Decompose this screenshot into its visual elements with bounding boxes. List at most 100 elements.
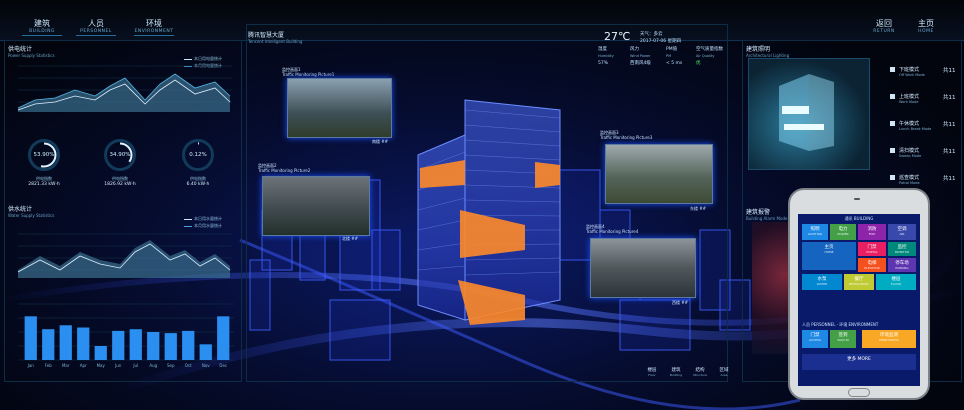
camera-feed-2[interactable] (262, 176, 370, 236)
phone-tile-monitor[interactable]: 监控 MONITOR (888, 242, 916, 256)
lighting-title: 建筑照明 Architectural Lighting (746, 46, 790, 58)
checkbox-icon (890, 94, 895, 99)
bar-feb (42, 329, 55, 360)
camera-feed-4[interactable] (590, 238, 696, 298)
lighting-mode-list: 下班模式 Off Work Mode 共11 上班模式 Work Mode 共11 午休… (890, 66, 960, 196)
nav-environment[interactable]: 环境 ENVIRONMENT (124, 18, 184, 36)
water-title: 供水统计 Water Supply Statistics (8, 206, 55, 218)
bar-mar (59, 325, 72, 360)
power-gauge-3: 0.12% (182, 139, 214, 171)
power-area-chart (17, 65, 232, 112)
phone-tile-portal[interactable]: 门禁 PORTAL (858, 242, 886, 256)
power-gauge-1: 53.90% (28, 139, 60, 171)
tab-floor[interactable]: 楼层 Floor (640, 367, 664, 377)
phone-tile-home[interactable]: 主页 HOME (802, 242, 856, 270)
bar-jan (24, 316, 37, 360)
nav-personnel[interactable]: 人员 PERSONNEL (66, 18, 126, 36)
phone-tile-sublabel: FLOOR (890, 282, 902, 286)
water-area-chart (17, 233, 232, 278)
bar-label-jan: Jan (27, 363, 35, 368)
checkbox-icon (890, 121, 895, 126)
phone-tile-sublabel: LIGHTING (807, 232, 823, 236)
weather-humidity: 湿度 Humidity 57% (598, 47, 614, 66)
phone-tile-parking[interactable]: 停车场 PARKING (888, 258, 916, 272)
camera-2-label: 监控画面2 Traffic Monitoring Picture2 (258, 163, 311, 173)
phone-tile-access[interactable]: 门禁 ACCESS (802, 330, 828, 348)
phone-tile-sublabel: HOME (824, 250, 834, 254)
bar-label-nov: Nov (202, 363, 210, 368)
phone-speaker (854, 198, 860, 200)
phone-tile-restaurant[interactable]: 餐厅 RESTAURANT (844, 274, 874, 290)
phone-screen: 通讯 BUILDING 照明 LIGHTING 电力 POWER 消防 FIRE 空调 AIR… (798, 214, 920, 386)
camera-4-label: 监控画面4 Traffic Monitoring Picture4 (586, 224, 639, 234)
weather-date: 2017-07-06 星期四 (640, 39, 682, 44)
camera-3-label: 监控画面3 Traffic Monitoring Picture3 (600, 130, 653, 140)
nav-building[interactable]: 建筑 BUILDING (12, 18, 72, 36)
mode-lunch-break[interactable]: 午休模式 Lunch Break Mode 共11 (890, 120, 964, 132)
camera-4-caption: 西楼 ## (672, 300, 688, 305)
phone-tile-floor[interactable]: 楼层 FLOOR (876, 274, 916, 290)
center-title: 腾讯智慧大厦 Tencent Intelligent Building (248, 32, 303, 44)
bar-label-mar: Mar (62, 363, 70, 368)
bar-label-sep: Sep (167, 363, 175, 368)
weather-air-quality: 空气质量指数 Air Quality 优 (696, 47, 723, 66)
bar-label-jun: Jun (114, 363, 122, 368)
bar-may (94, 346, 107, 360)
mode-off-work[interactable]: 下班模式 Off Work Mode 共11 (890, 66, 964, 78)
mode-patrol[interactable]: 巡查模式 Patrol Mode 共11 (890, 174, 964, 186)
power-gauge-3-caption: 供电指数 6.40 kW·h (186, 176, 210, 187)
mode-sweep[interactable]: 清扫模式 Sweep Mode 共11 (890, 147, 964, 159)
camera-1-caption: 南楼 ## (372, 139, 388, 144)
power-title: 供电统计 Power Supply Statistics (8, 46, 55, 58)
bar-label-oct: Oct (185, 363, 192, 368)
phone-tile-fire[interactable]: 消防 FIRE (858, 224, 886, 240)
bar-label-may: May (97, 363, 106, 368)
dashboard-screen: 建筑 BUILDING 人员 PERSONNEL 环境 ENVIRONMENT 返回 R… (0, 0, 964, 410)
phone-tile-air[interactable]: 空调 AIR (888, 224, 916, 240)
phone-tile-power[interactable]: 电力 POWER (830, 224, 856, 240)
bar-label-aug: Aug (149, 363, 157, 368)
alarm-title: 建筑报警 Building Alarm Mode (746, 209, 788, 221)
bar-aug (147, 332, 160, 360)
weather-temperature: 27℃ (604, 30, 631, 43)
bar-sep (164, 333, 177, 360)
lighting-building-model (779, 74, 834, 151)
phone-tile-sublabel: PARKING (895, 266, 909, 270)
bar-oct (182, 330, 195, 360)
bar-apr (77, 327, 90, 360)
bar-jun (112, 330, 125, 360)
water-legend-day: 本日用水量统计 (184, 216, 222, 222)
checkbox-icon (890, 175, 895, 180)
camera-1-label: 监控画面1 Traffic Monitoring Picture1 (282, 67, 335, 77)
phone-more-button[interactable]: 更多 MORE (802, 354, 916, 370)
bar-label-feb: Feb (45, 363, 53, 368)
phone-tile-sublabel: MONITOR (894, 250, 910, 254)
mode-work[interactable]: 上班模式 Work Mode 共11 (890, 93, 964, 105)
tab-structure[interactable]: 结构 Structure (688, 367, 712, 377)
tab-building[interactable]: 建筑 Building (664, 367, 688, 377)
power-gauge-1-caption: 供电指数 2821.33 kW·h (28, 176, 60, 187)
weather-wind: 风力 Wind Power 西南风4级 (630, 47, 651, 66)
nav-home[interactable]: 主页 HOME (906, 18, 946, 34)
bar-nov (199, 344, 212, 360)
phone-tile-water[interactable]: 水泵 WATER (802, 274, 842, 290)
bar-label-jul: Jul (132, 363, 138, 368)
phone-tile-sublabel: AIR (899, 232, 905, 236)
phone-tile-signin[interactable]: 签到 SIGN IN (830, 330, 856, 348)
phone-tile-sublabel: POWER (837, 232, 849, 236)
phone-tile-sublabel: RESTAURANT (849, 282, 869, 286)
bar-label-apr: Apr (80, 363, 87, 368)
nav-return[interactable]: 返回 RETURN (864, 18, 904, 34)
mobile-phone-mockup: 通讯 BUILDING 照明 LIGHTING 电力 POWER 消防 FIRE 空调 AIR… (788, 188, 930, 400)
camera-feed-1[interactable] (287, 78, 392, 138)
phone-tile-elevator[interactable]: 电梯 ELEVATOR (858, 258, 886, 272)
camera-3-caption: 东楼 ## (690, 206, 706, 211)
phone-tile-sublabel: ELEVATOR (864, 266, 880, 270)
checkbox-icon (890, 148, 895, 153)
phone-tile-env-monitoring[interactable]: 环境监测 MONITORING (862, 330, 916, 348)
phone-tile-lighting[interactable]: 照明 LIGHTING (802, 224, 828, 240)
tab-area[interactable]: 区域 Area (712, 367, 736, 377)
camera-feed-3[interactable] (605, 144, 713, 204)
phone-home-button[interactable] (848, 388, 870, 397)
bar-jul (129, 329, 142, 360)
